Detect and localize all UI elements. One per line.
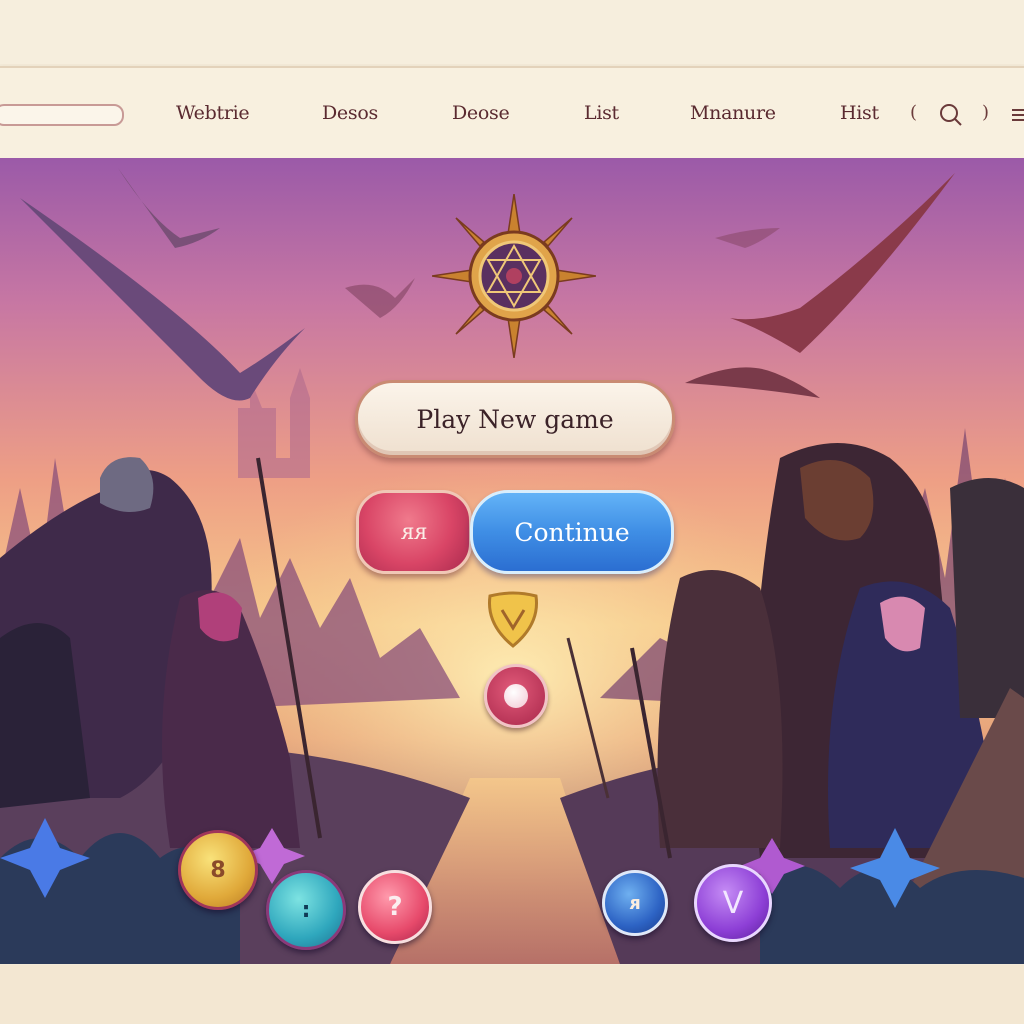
game-title-scene: Play New game ᴙᴙ Continue 8 : ? ᴙ V: [0, 158, 1024, 964]
shield-badge-icon[interactable]: [482, 588, 544, 650]
secondary-menu-button[interactable]: ᴙᴙ: [356, 490, 472, 574]
top-navigation-bar: Webtrie Desos Deose List Mnanure Hist ( …: [0, 66, 1024, 160]
record-icon: [504, 684, 528, 708]
blue-orb-button[interactable]: ᴙ: [602, 870, 668, 936]
window-frame-bottom: [0, 965, 1024, 1024]
compass-emblem-icon: [432, 194, 596, 358]
record-button[interactable]: [484, 664, 548, 728]
search-icon[interactable]: [938, 102, 964, 128]
purple-orb-button[interactable]: V: [694, 864, 772, 942]
yellow-orb-button[interactable]: 8: [178, 830, 258, 910]
play-new-game-button[interactable]: Play New game: [355, 380, 675, 458]
nav-text-field[interactable]: [0, 104, 124, 126]
nav-item-hist[interactable]: Hist: [840, 102, 879, 124]
teal-orb-button[interactable]: :: [266, 870, 346, 950]
nav-item-list[interactable]: List: [584, 102, 619, 124]
nav-item-webtrie[interactable]: Webtrie: [176, 102, 250, 124]
pink-orb-button[interactable]: ?: [358, 870, 432, 944]
nav-item-deose[interactable]: Deose: [452, 102, 510, 124]
window-frame-top: [0, 0, 1024, 64]
nav-item-desos[interactable]: Desos: [322, 102, 378, 124]
nav-item-mnanure[interactable]: Mnanure: [690, 102, 776, 124]
search-bracket-right: ): [982, 102, 990, 123]
menu-icon[interactable]: [1010, 106, 1024, 124]
search-bracket-left: (: [910, 102, 918, 123]
continue-button[interactable]: Continue: [470, 490, 674, 574]
